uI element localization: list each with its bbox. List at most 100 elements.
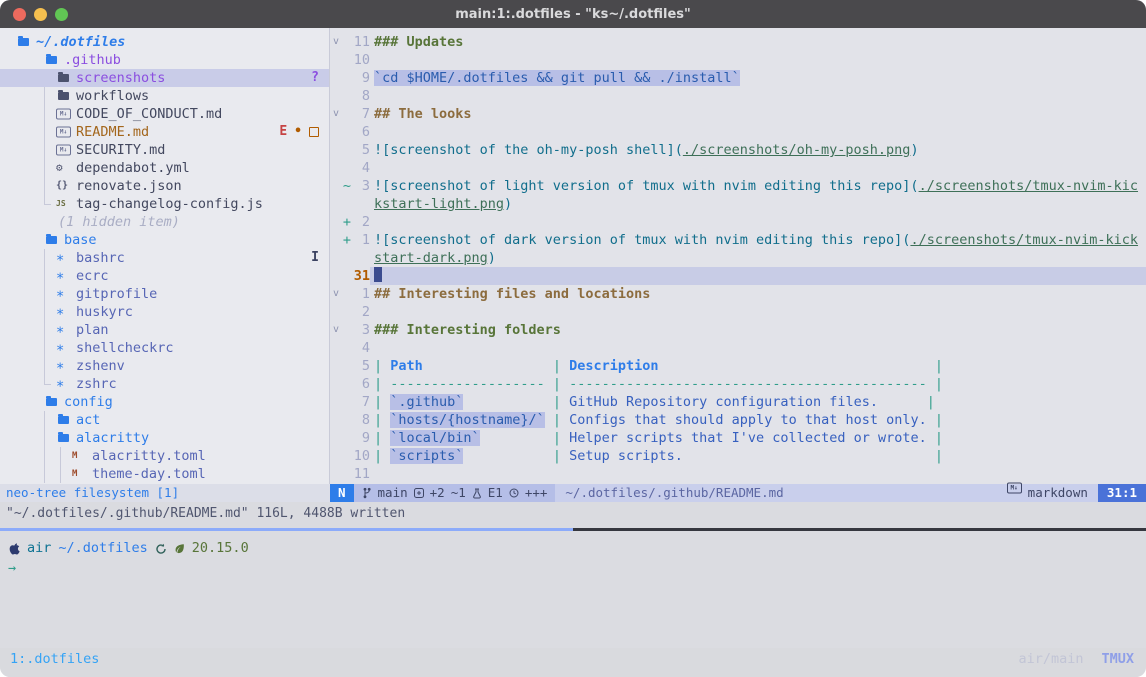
editor-line[interactable]: kstart-light.png)	[330, 195, 1146, 213]
tree-item[interactable]: ∗zshrc	[0, 375, 329, 393]
tree-item[interactable]: screenshots?	[0, 69, 329, 87]
editor-line[interactable]: v3### Interesting folders	[330, 321, 1146, 339]
fold-marker[interactable]	[330, 177, 342, 195]
editor-line[interactable]: 9| `local/bin` | Helper scripts that I'v…	[330, 429, 1146, 447]
fold-marker[interactable]	[330, 87, 342, 105]
fold-marker[interactable]	[330, 195, 342, 213]
indent-guide	[44, 375, 45, 384]
editor-line[interactable]: 4	[330, 339, 1146, 357]
editor-line[interactable]: 9`cd $HOME/.dotfiles && git pull && ./in…	[330, 69, 1146, 87]
fold-marker[interactable]: v	[330, 285, 342, 303]
tree-item[interactable]: config	[0, 393, 329, 411]
text-segment: Description	[569, 358, 658, 374]
prompt-arrow[interactable]: →	[8, 559, 1138, 578]
fold-marker[interactable]	[330, 447, 342, 465]
tree-item[interactable]: ∗gitprofile	[0, 285, 329, 303]
tree-item[interactable]: base	[0, 231, 329, 249]
tree-item[interactable]: Malacritty.toml	[0, 447, 329, 465]
text-segment: |	[553, 376, 561, 392]
editor-line[interactable]: 10| `scripts` | Setup scripts. |	[330, 447, 1146, 465]
fold-marker[interactable]	[330, 231, 342, 249]
editor-line[interactable]: 5| Path | Description |	[330, 357, 1146, 375]
editor-line[interactable]: 11	[330, 465, 1146, 483]
fold-marker[interactable]	[330, 69, 342, 87]
fold-marker[interactable]	[330, 51, 342, 69]
line-text: ![screenshot of the oh-my-posh shell](./…	[370, 141, 1146, 159]
line-text: | `local/bin` | Helper scripts that I've…	[370, 429, 1146, 447]
editor-line[interactable]: 5![screenshot of the oh-my-posh shell](.…	[330, 141, 1146, 159]
fold-marker[interactable]: v	[330, 105, 342, 123]
fold-marker[interactable]	[330, 213, 342, 231]
tree-item[interactable]: ∗bashrcI	[0, 249, 329, 267]
editor-buffer[interactable]: v11### Updates109`cd $HOME/.dotfiles && …	[330, 28, 1146, 484]
tree-item[interactable]: ∗zshenv	[0, 357, 329, 375]
tree-item[interactable]: ∗plan	[0, 321, 329, 339]
fold-marker[interactable]	[330, 141, 342, 159]
editor-line[interactable]: +2	[330, 213, 1146, 231]
tree-item[interactable]: workflows	[0, 87, 329, 105]
fold-marker[interactable]: v	[330, 321, 342, 339]
editor-line[interactable]: 2	[330, 303, 1146, 321]
fold-marker[interactable]	[330, 303, 342, 321]
editor-line[interactable]: 7| `.github` | GitHub Repository configu…	[330, 393, 1146, 411]
minimize-button[interactable]	[34, 8, 47, 21]
text-segment	[927, 376, 935, 392]
tree-item[interactable]: Mtheme-day.toml	[0, 465, 329, 483]
editor-line[interactable]: ~3![screenshot of light version of tmux …	[330, 177, 1146, 195]
tree-item[interactable]: ∗ecrc	[0, 267, 329, 285]
line-number: 9	[352, 69, 370, 87]
editor-line[interactable]: v1## Interesting files and locations	[330, 285, 1146, 303]
tree-item[interactable]: ∗shellcheckrc	[0, 339, 329, 357]
tree-item[interactable]: JStag-changelog-config.js	[0, 195, 329, 213]
tree-item[interactable]: ~/.dotfiles	[0, 33, 329, 51]
fold-marker[interactable]	[330, 357, 342, 375]
line-number: 2	[352, 303, 370, 321]
editor-line[interactable]: 6| ------------------- | ---------------…	[330, 375, 1146, 393]
tmux-pane-border[interactable]	[0, 528, 1146, 531]
tree-item[interactable]: {}renovate.json	[0, 177, 329, 195]
editor-line[interactable]: 6	[330, 123, 1146, 141]
editor-line[interactable]: +1![screenshot of dark version of tmux w…	[330, 231, 1146, 249]
editor-line[interactable]: 8| `hosts/{hostname}/` | Configs that sh…	[330, 411, 1146, 429]
fold-marker[interactable]	[330, 249, 342, 267]
editor-line[interactable]: 10	[330, 51, 1146, 69]
fold-marker[interactable]	[330, 159, 342, 177]
fold-marker[interactable]	[330, 411, 342, 429]
line-number: 6	[352, 375, 370, 393]
editor-line[interactable]: 8	[330, 87, 1146, 105]
tree-item[interactable]: (1 hidden item)	[0, 213, 329, 231]
tree-item-badges: I	[311, 249, 319, 267]
close-button[interactable]	[13, 8, 26, 21]
shell-pane[interactable]: air ~/.dotfiles 20.15.0 →	[0, 531, 1146, 648]
editor-line[interactable]: start-dark.png)	[330, 249, 1146, 267]
fold-marker[interactable]	[330, 267, 342, 285]
editor-line[interactable]: 31	[330, 267, 1146, 285]
status-row: neo-tree filesystem [1] N main +2 ~1	[0, 484, 1146, 502]
fold-marker[interactable]: v	[330, 33, 342, 51]
editor-line[interactable]: 4	[330, 159, 1146, 177]
tree-item[interactable]: .github	[0, 51, 329, 69]
tmux-window-name[interactable]: 1:.dotfiles	[10, 650, 99, 668]
editor-line[interactable]: v7## The looks	[330, 105, 1146, 123]
tree-item[interactable]: ∗huskyrc	[0, 303, 329, 321]
fold-marker[interactable]	[330, 393, 342, 411]
zoom-button[interactable]	[55, 8, 68, 21]
tree-item[interactable]: M↓SECURITY.md	[0, 141, 329, 159]
filetype-segment: M↓ markdown	[997, 484, 1098, 502]
fold-marker[interactable]	[330, 123, 342, 141]
tree-item[interactable]: act	[0, 411, 329, 429]
gitsign	[342, 465, 352, 483]
fold-marker[interactable]	[330, 339, 342, 357]
fold-marker[interactable]	[330, 465, 342, 483]
tree-item[interactable]: alacritty	[0, 429, 329, 447]
editor-line[interactable]: v11### Updates	[330, 33, 1146, 51]
fold-marker[interactable]	[330, 375, 342, 393]
tree-item[interactable]: M↓CODE_OF_CONDUCT.md	[0, 105, 329, 123]
fold-marker[interactable]	[330, 429, 342, 447]
neotree-sidebar[interactable]: ~/.dotfiles.githubscreenshots?workflowsM…	[0, 28, 330, 484]
text-segment: ./screenshots/oh-my-posh.png	[683, 142, 911, 158]
line-text: | `.github` | GitHub Repository configur…	[370, 393, 1146, 411]
git-branch: main	[378, 484, 408, 502]
tree-item[interactable]: ⚙dependabot.yml	[0, 159, 329, 177]
tree-item[interactable]: M↓README.mdE•	[0, 123, 329, 141]
